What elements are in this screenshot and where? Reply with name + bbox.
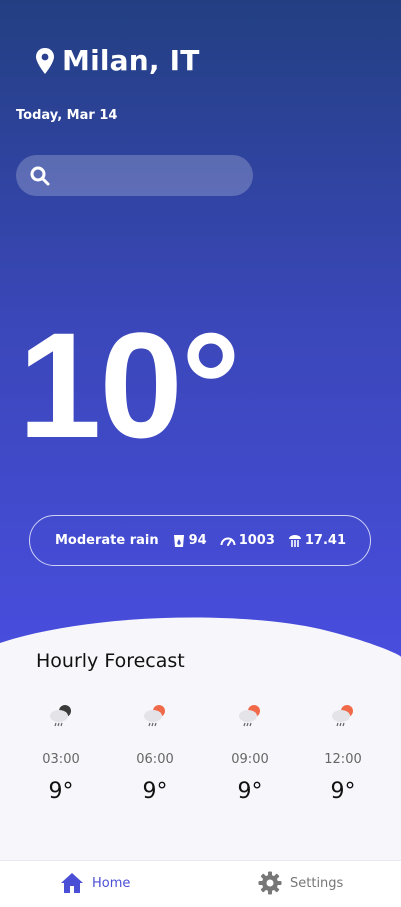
location-header: Milan, IT bbox=[36, 44, 200, 77]
humidity-icon bbox=[173, 534, 184, 547]
hour-temp: 9° bbox=[237, 779, 263, 804]
location-pin-icon bbox=[36, 47, 54, 74]
pressure-value: 1003 bbox=[238, 533, 275, 548]
hour-time: 12:00 bbox=[324, 752, 362, 767]
hourly-item: 06:00 9° bbox=[125, 702, 185, 804]
nav-home-label: Home bbox=[92, 875, 131, 891]
nav-settings[interactable]: Settings bbox=[258, 871, 343, 895]
hourly-item: 12:00 9° bbox=[313, 702, 373, 804]
hour-time: 09:00 bbox=[231, 752, 269, 767]
condition-label: Moderate rain bbox=[55, 533, 159, 548]
hour-temp: 9° bbox=[142, 779, 168, 804]
home-icon bbox=[61, 873, 83, 893]
hour-temp: 9° bbox=[330, 779, 356, 804]
weather-stats-pill: Moderate rain 94 1003 17.41 bbox=[29, 515, 371, 566]
humidity-value: 94 bbox=[188, 533, 207, 548]
hourly-forecast-title: Hourly Forecast bbox=[36, 650, 185, 672]
gear-icon bbox=[258, 871, 282, 895]
night-rain-icon bbox=[50, 705, 71, 727]
nav-settings-label: Settings bbox=[290, 875, 344, 891]
wind-stat: 17.41 bbox=[288, 533, 346, 548]
wind-value: 17.41 bbox=[304, 533, 346, 548]
hour-time: 06:00 bbox=[136, 752, 174, 767]
search-bar[interactable] bbox=[16, 155, 253, 196]
current-temperature: 10° bbox=[18, 301, 241, 469]
nav-home[interactable]: Home bbox=[60, 871, 130, 895]
day-rain-icon bbox=[332, 705, 353, 727]
bottom-nav: Home Settings bbox=[0, 860, 401, 907]
hour-temp: 9° bbox=[48, 779, 74, 804]
hour-time: 03:00 bbox=[42, 752, 80, 767]
day-rain-icon bbox=[144, 705, 165, 727]
gauge-icon bbox=[220, 537, 236, 546]
city-name: Milan, IT bbox=[62, 44, 200, 77]
hourly-item: 09:00 9° bbox=[220, 702, 280, 804]
hourly-item: 03:00 9° bbox=[31, 702, 91, 804]
day-rain-icon bbox=[239, 705, 260, 727]
humidity-stat: 94 bbox=[172, 533, 207, 548]
search-input[interactable] bbox=[60, 160, 240, 191]
pressure-stat: 1003 bbox=[220, 533, 275, 548]
search-icon bbox=[30, 166, 50, 185]
date-label: Today, Mar 14 bbox=[16, 108, 118, 123]
wind-icon bbox=[288, 534, 301, 547]
